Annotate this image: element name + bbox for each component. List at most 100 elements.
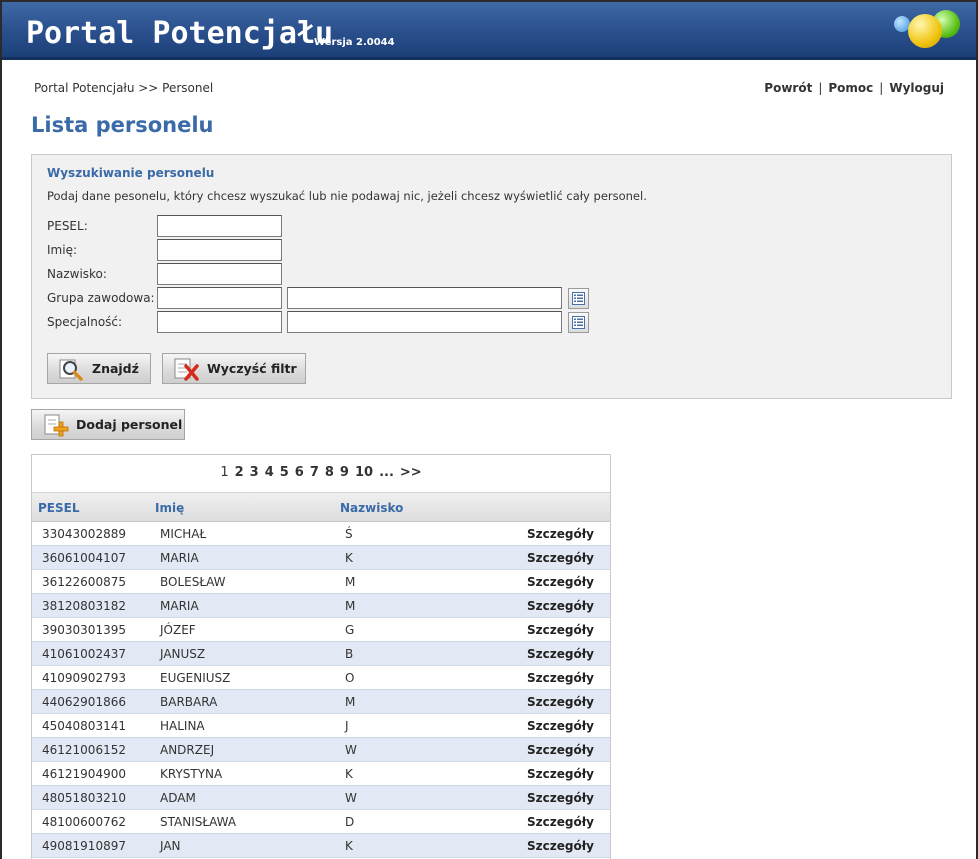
- details-link[interactable]: Szczegóły: [527, 647, 594, 661]
- logo-bubbles-icon: [894, 10, 964, 52]
- cell-nazwisko: K: [345, 839, 353, 853]
- details-link[interactable]: Szczegóły: [527, 551, 594, 565]
- cell-nazwisko: K: [345, 551, 353, 565]
- page-link[interactable]: 7: [310, 465, 319, 480]
- cell-imie: STANISŁAWA: [160, 815, 237, 829]
- page-link[interactable]: 9: [340, 465, 349, 480]
- search-panel: Wyszukiwanie personelu Podaj dane pesone…: [31, 154, 952, 399]
- details-link[interactable]: Szczegóły: [527, 791, 594, 805]
- imie-label: Imię:: [47, 243, 77, 257]
- page-link[interactable]: 1: [220, 465, 228, 480]
- cell-nazwisko: B: [345, 647, 354, 661]
- table-row: 41061002437 JANUSZ B Szczegóły: [32, 642, 610, 666]
- details-link[interactable]: Szczegóły: [527, 527, 594, 541]
- cell-pesel: 38120803182: [42, 599, 126, 613]
- cell-nazwisko: G: [345, 623, 355, 637]
- details-link[interactable]: Szczegóły: [527, 815, 594, 829]
- cell-nazwisko: D: [345, 815, 355, 829]
- breadcrumb: Portal Potencjału >> Personel: [34, 81, 214, 95]
- cell-imie: BARBARA: [160, 695, 218, 709]
- cell-pesel: 36061004107: [42, 551, 126, 565]
- search-panel-title: Wyszukiwanie personelu: [47, 166, 215, 180]
- column-header-imie[interactable]: Imię: [155, 501, 184, 515]
- table-row: 39030301395 JÓZEF G Szczegóły: [32, 618, 610, 642]
- column-header-pesel[interactable]: PESEL: [38, 501, 79, 515]
- add-personnel-button[interactable]: Dodaj personel: [31, 409, 185, 440]
- page-link[interactable]: 6: [295, 465, 304, 480]
- list-icon: [572, 292, 585, 305]
- grupa-row: Grupa zawodowa:: [47, 287, 647, 309]
- table-row: 49081910897 JAN K Szczegóły: [32, 834, 610, 858]
- cell-imie: JAN: [160, 839, 181, 853]
- cell-imie: BOLESŁAW: [160, 575, 226, 589]
- cell-pesel: 39030301395: [42, 623, 126, 637]
- page-link[interactable]: 3: [250, 465, 259, 480]
- page-link[interactable]: >>: [400, 465, 422, 480]
- details-link[interactable]: Szczegóły: [527, 719, 594, 733]
- cell-nazwisko: K: [345, 767, 353, 781]
- add-personnel-button-label: Dodaj personel: [76, 417, 183, 432]
- cell-imie: HALINA: [160, 719, 205, 733]
- details-link[interactable]: Szczegóły: [527, 695, 594, 709]
- specjalnosc-code-input[interactable]: [157, 311, 282, 333]
- page-link[interactable]: 2: [235, 465, 244, 480]
- table-row: 41090902793 EUGENIUSZ O Szczegóły: [32, 666, 610, 690]
- clear-filter-button[interactable]: Wyczyść filtr: [162, 353, 306, 384]
- grupa-lookup-button[interactable]: [568, 288, 589, 309]
- specjalnosc-row: Specjalność:: [47, 311, 647, 333]
- cell-pesel: 41090902793: [42, 671, 126, 685]
- cell-nazwisko: Ś: [345, 527, 353, 541]
- grupa-code-input[interactable]: [157, 287, 282, 309]
- details-link[interactable]: Szczegóły: [527, 599, 594, 613]
- app-header: Portal Potencjału Wersja 2.0044: [2, 2, 976, 60]
- table-row: 46121006152 ANDRZEJ W Szczegóły: [32, 738, 610, 762]
- table-body: 33043002889 MICHAŁ Ś Szczegóły 36061004107 MA…: [32, 522, 610, 858]
- specjalnosc-lookup-button[interactable]: [568, 312, 589, 333]
- page-link[interactable]: 10: [355, 465, 373, 480]
- imie-input[interactable]: [157, 239, 282, 261]
- page-link[interactable]: 4: [265, 465, 274, 480]
- app-title: Portal Potencjału: [26, 16, 334, 51]
- cell-imie: JANUSZ: [160, 647, 206, 661]
- column-header-nazwisko[interactable]: Nazwisko: [340, 501, 403, 515]
- details-link[interactable]: Szczegóły: [527, 839, 594, 853]
- clear-filter-icon: [174, 358, 199, 381]
- specjalnosc-name-input[interactable]: [287, 311, 562, 333]
- find-button[interactable]: Znajdź: [47, 353, 151, 384]
- link-separator: |: [879, 81, 884, 95]
- help-link[interactable]: Pomoc: [828, 81, 873, 95]
- details-link[interactable]: Szczegóły: [527, 743, 594, 757]
- cell-pesel: 44062901866: [42, 695, 126, 709]
- table-row: 44062901866 BARBARA M Szczegóły: [32, 690, 610, 714]
- search-panel-description: Podaj dane pesonelu, który chcesz wyszuk…: [47, 189, 647, 203]
- logout-link[interactable]: Wyloguj: [889, 81, 944, 95]
- clear-filter-button-label: Wyczyść filtr: [207, 361, 297, 376]
- page-link[interactable]: ...: [379, 465, 394, 480]
- add-document-icon: [44, 414, 69, 436]
- pesel-label: PESEL:: [47, 219, 88, 233]
- pesel-input[interactable]: [157, 215, 282, 237]
- cell-imie: EUGENIUSZ: [160, 671, 231, 685]
- cell-pesel: 33043002889: [42, 527, 126, 541]
- cell-pesel: 48100600762: [42, 815, 126, 829]
- details-link[interactable]: Szczegóły: [527, 623, 594, 637]
- back-link[interactable]: Powrót: [764, 81, 812, 95]
- pagination: 1 2 3 4 5 6 7 8 9 10... >>: [32, 465, 610, 480]
- top-links: Powrót | Pomoc | Wyloguj: [764, 81, 944, 95]
- cell-imie: JÓZEF: [160, 623, 196, 637]
- page-link[interactable]: 8: [325, 465, 334, 480]
- grupa-name-input[interactable]: [287, 287, 562, 309]
- cell-pesel: 41061002437: [42, 647, 126, 661]
- page-link[interactable]: 5: [280, 465, 289, 480]
- details-link[interactable]: Szczegóły: [527, 767, 594, 781]
- grupa-label: Grupa zawodowa:: [47, 291, 155, 305]
- cell-imie: ANDRZEJ: [160, 743, 215, 757]
- cell-pesel: 36122600875: [42, 575, 126, 589]
- cell-imie: ADAM: [160, 791, 196, 805]
- pesel-row: PESEL:: [47, 215, 647, 237]
- details-link[interactable]: Szczegóły: [527, 671, 594, 685]
- page-title: Lista personelu: [31, 113, 214, 137]
- nazwisko-input[interactable]: [157, 263, 282, 285]
- details-link[interactable]: Szczegóły: [527, 575, 594, 589]
- magnifier-icon: [59, 359, 83, 381]
